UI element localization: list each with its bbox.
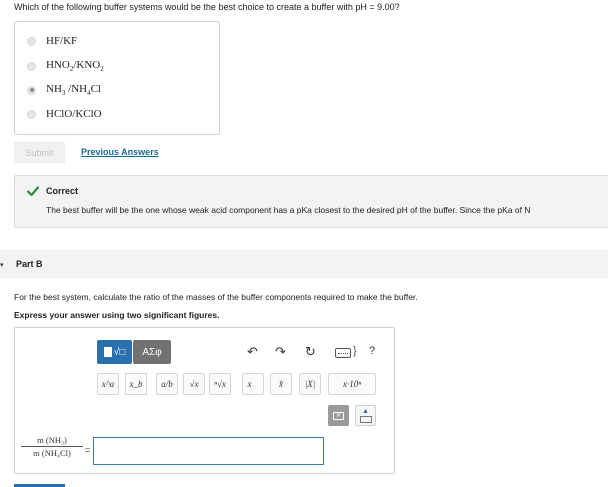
radio-button[interactable] [27, 109, 36, 119]
key-label: x_b [129, 379, 143, 389]
keyboard-shortcuts-icon[interactable] [335, 348, 351, 358]
key-label: x⃗ [247, 379, 259, 389]
choice-hno2-kno2[interactable]: HNO2/KNO2 [27, 59, 104, 73]
part-b-question: For the best system, calculate the ratio… [14, 292, 418, 302]
superscript-button[interactable]: x^a [97, 373, 119, 395]
key-label: x^a [101, 379, 115, 389]
backspace-button[interactable]: ✕ [328, 405, 349, 426]
chevron-down-icon[interactable]: ▾ [0, 261, 4, 269]
choice-label: NH3 /NH4Cl [46, 82, 101, 98]
arrow-up-icon: ▲ [362, 407, 369, 415]
square-root-button[interactable]: √x [183, 373, 205, 395]
keyboard-icon [359, 415, 372, 423]
choice-label: HClO/KClO [46, 108, 102, 120]
subscript-button[interactable]: x_b [125, 373, 147, 395]
choice-nh3-nh4cl[interactable]: NH3 /NH4Cl [27, 83, 101, 97]
radio-button[interactable] [27, 61, 36, 71]
key-label: x·10ⁿ [342, 379, 362, 389]
key-label: x̂ [279, 379, 283, 389]
template-square-icon [103, 347, 112, 357]
key-label: ⁿ√x [214, 379, 226, 389]
unit-vector-button[interactable]: x̂ [270, 373, 292, 395]
feedback-box: Correct The best buffer will be the one … [14, 175, 608, 228]
key-label: √x [189, 379, 199, 389]
choice-hclo-kclo[interactable]: HClO/KClO [27, 107, 102, 121]
ratio-numerator: m (NH₃) [37, 435, 67, 445]
ratio-denominator: m (NH₄Cl) [21, 446, 83, 458]
nth-root-button[interactable]: ⁿ√x [209, 373, 231, 395]
submit-button[interactable]: Submit [14, 142, 65, 163]
backspace-icon: ✕ [333, 411, 344, 420]
part-b-title: Part B [16, 259, 43, 269]
redo-icon[interactable]: ↷ [275, 343, 286, 361]
answer-panel: √□ ΑΣφ ↶ ↷ ↻ } ? x^a x_b a/b √x ⁿ√x x⃗ x… [14, 327, 395, 474]
check-icon [27, 186, 39, 196]
choice-label: HNO2/KNO2 [46, 58, 104, 74]
choice-label: HF/KF [46, 35, 78, 47]
keyboard-close-icon[interactable]: } [353, 345, 357, 357]
part-b-instruction: Express your answer using two significan… [14, 310, 220, 320]
help-icon[interactable]: ? [369, 345, 375, 357]
undo-icon[interactable]: ↶ [247, 343, 258, 361]
keyboard-button[interactable]: ▲ [355, 405, 376, 426]
answer-input[interactable] [93, 437, 324, 465]
equals-sign: = [85, 445, 91, 455]
choices-box: HF/KF HNO2/KNO2 NH3 /NH4Cl HClO/KClO [14, 21, 220, 135]
choice-hf-kf[interactable]: HF/KF [27, 34, 77, 48]
fraction-button[interactable]: a/b [156, 373, 178, 395]
feedback-text: The best buffer will be the one whose we… [46, 205, 531, 215]
ratio-label: m (NH₃) m (NH₄Cl) [21, 435, 83, 458]
template-sqrt-icon: √□ [113, 346, 126, 358]
key-label: |X| [304, 379, 316, 389]
vector-button[interactable]: x⃗ [242, 373, 264, 395]
radio-button[interactable] [27, 36, 36, 46]
reset-icon[interactable]: ↻ [305, 343, 316, 361]
feedback-title: Correct [46, 186, 79, 196]
part-b-header[interactable]: ▾ Part B [0, 250, 608, 278]
templates-button[interactable]: √□ [97, 340, 132, 364]
key-label: a/b [161, 379, 173, 389]
absolute-value-button[interactable]: |X| [299, 373, 321, 395]
radio-button-selected[interactable] [27, 85, 36, 95]
previous-answers-link[interactable]: Previous Answers [81, 147, 159, 157]
scientific-notation-button[interactable]: x·10ⁿ [328, 373, 376, 395]
greek-symbols-button[interactable]: ΑΣφ [133, 340, 171, 364]
question-text: Which of the following buffer systems wo… [14, 2, 400, 12]
